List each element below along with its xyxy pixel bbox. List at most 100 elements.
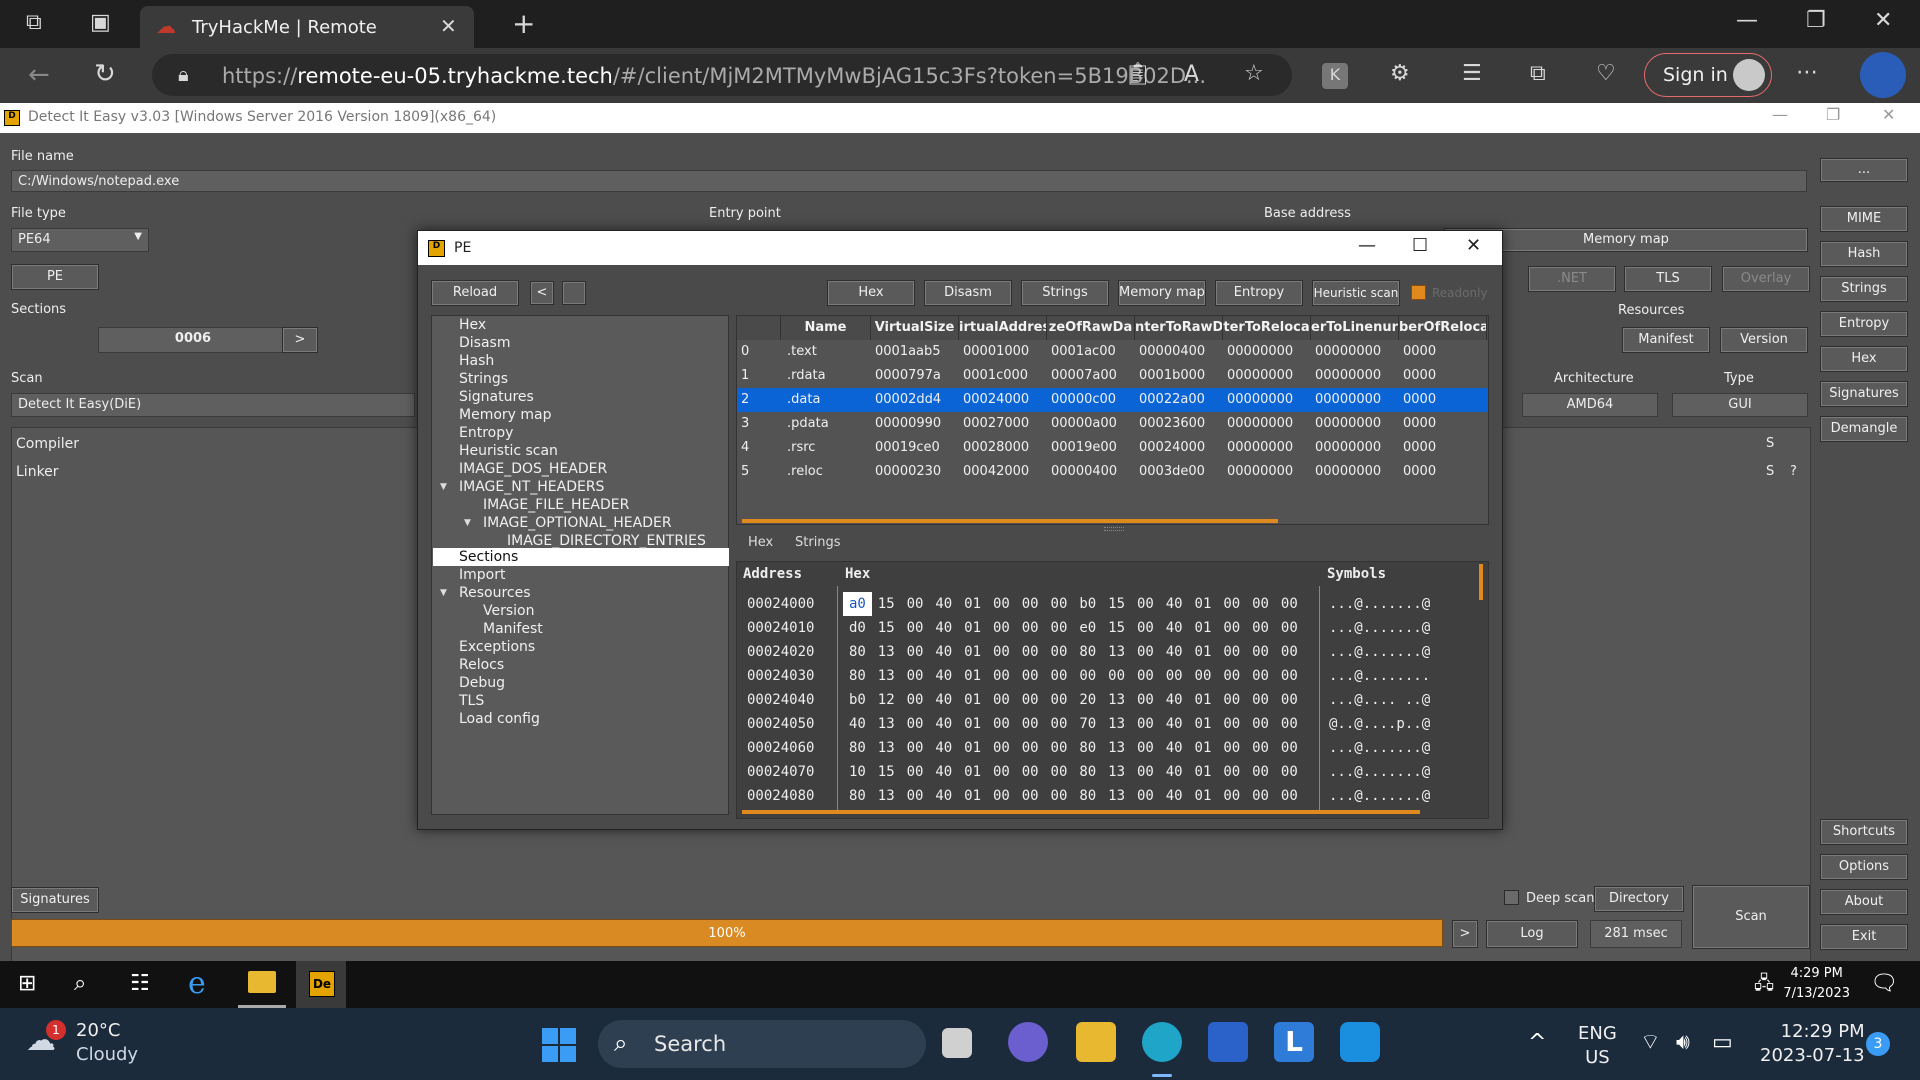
- table-column-header[interactable]: irtualAddres: [959, 316, 1047, 340]
- hex-byte[interactable]: 00: [1102, 664, 1131, 688]
- tree-item-image-directory-entries[interactable]: IMAGE_DIRECTORY_ENTRIES: [507, 532, 706, 550]
- hex-byte[interactable]: 00: [1016, 760, 1045, 784]
- linker-signature-s[interactable]: S: [1766, 464, 1774, 479]
- taskbar-search-box[interactable]: ⌕ Search: [598, 1020, 926, 1068]
- sign-in-button[interactable]: Sign in: [1644, 53, 1772, 97]
- hex-byte[interactable]: 01: [1189, 640, 1218, 664]
- hex-byte[interactable]: 00: [1246, 688, 1275, 712]
- table-column-header[interactable]: Name: [781, 316, 871, 340]
- hex-byte[interactable]: 00: [901, 592, 930, 616]
- scan-engine-select[interactable]: Detect It Easy(DiE): [11, 393, 415, 417]
- hex-bytes-line[interactable]: 80 13 00 40 01 00 00 00 80 13 00 40 01 00 00 00: [843, 736, 1304, 760]
- notifications-icon[interactable]: 🗨︎: [1870, 973, 1898, 995]
- table-column-header[interactable]: zeOfRawDa: [1047, 316, 1135, 340]
- hex-bytes-line[interactable]: a0 15 00 40 01 00 00 00 b0 15 00 40 01 00 00 00: [843, 592, 1304, 616]
- hex-byte[interactable]: 00: [1246, 760, 1275, 784]
- hex-byte[interactable]: 13: [1102, 688, 1131, 712]
- hex-byte[interactable]: 01: [1189, 712, 1218, 736]
- close-browser-icon[interactable]: ✕: [1874, 10, 1892, 32]
- net-button[interactable]: .NET: [1528, 266, 1616, 292]
- hex-byte[interactable]: 40: [929, 640, 958, 664]
- hex-byte[interactable]: 00: [1045, 616, 1074, 640]
- windows-start-icon[interactable]: [542, 1028, 576, 1062]
- minimize-browser-icon[interactable]: —: [1736, 10, 1758, 32]
- hex-byte[interactable]: 70: [1073, 712, 1102, 736]
- progress-next-button[interactable]: >: [1452, 920, 1478, 948]
- hex-byte[interactable]: 40: [1160, 592, 1189, 616]
- hex-byte[interactable]: 40: [1160, 784, 1189, 808]
- hex-byte[interactable]: 00: [1016, 592, 1045, 616]
- hex-byte[interactable]: 01: [958, 688, 987, 712]
- hex-byte[interactable]: 00: [1189, 664, 1218, 688]
- tree-item-image-file-header[interactable]: IMAGE_FILE_HEADER: [483, 496, 629, 514]
- hex-byte[interactable]: 40: [929, 736, 958, 760]
- extensions-puzzle-icon[interactable]: ⚙: [1390, 63, 1410, 85]
- hex-byte[interactable]: 00: [1246, 736, 1275, 760]
- tree-item-hex[interactable]: Hex: [459, 316, 486, 334]
- performance-icon[interactable]: ♡: [1596, 63, 1616, 85]
- tree-item-debug[interactable]: Debug: [459, 674, 505, 692]
- hex-byte[interactable]: 00: [1016, 712, 1045, 736]
- file-type-select[interactable]: PE64 ▼: [11, 228, 149, 252]
- hex-byte[interactable]: 00: [1131, 664, 1160, 688]
- readonly-checkbox[interactable]: [1411, 285, 1426, 300]
- hex-byte[interactable]: 00: [1217, 784, 1246, 808]
- hex-byte[interactable]: 00: [1246, 712, 1275, 736]
- die-restore-icon[interactable]: ❐: [1826, 107, 1840, 123]
- hex-byte[interactable]: 00: [1275, 616, 1304, 640]
- hex-byte[interactable]: 00: [1217, 760, 1246, 784]
- tree-item-manifest[interactable]: Manifest: [483, 620, 543, 638]
- sections-next-button[interactable]: >: [282, 327, 318, 353]
- l-app-icon[interactable]: L: [1274, 1022, 1314, 1062]
- tree-collapse-icon[interactable]: ▼: [464, 518, 471, 528]
- splitter-handle[interactable]: [1104, 527, 1124, 531]
- collections-icon[interactable]: ⧉: [1530, 63, 1546, 85]
- tree-item-memory-map[interactable]: Memory map: [459, 406, 552, 424]
- hex-byte[interactable]: 00: [1246, 592, 1275, 616]
- hex-byte[interactable]: 00: [987, 664, 1016, 688]
- hex-byte[interactable]: 13: [1102, 760, 1131, 784]
- more-options-icon[interactable]: ⋯: [1796, 62, 1818, 84]
- hex-vertical-scrollbar[interactable]: [1479, 564, 1483, 600]
- pe-entropy-button[interactable]: Entropy: [1215, 280, 1303, 306]
- hex-byte[interactable]: 00: [1275, 712, 1304, 736]
- task-view-icon[interactable]: ☷: [130, 973, 150, 995]
- hex-byte[interactable]: 00: [1016, 616, 1045, 640]
- signatures-side-button[interactable]: Signatures: [1820, 381, 1908, 407]
- hex-byte[interactable]: 01: [1189, 760, 1218, 784]
- hex-byte[interactable]: 01: [1189, 592, 1218, 616]
- tree-item-resources[interactable]: Resources: [459, 584, 531, 602]
- hex-bytes-line[interactable]: 80 13 00 40 01 00 00 00 80 13 00 40 01 00 00 00: [843, 784, 1304, 808]
- hex-byte[interactable]: 00: [901, 664, 930, 688]
- pe-forward-button[interactable]: [562, 281, 586, 305]
- hex-byte[interactable]: 00: [1275, 688, 1304, 712]
- edge-browser-icon[interactable]: [1142, 1022, 1182, 1062]
- favorites-icon[interactable]: ☰: [1462, 63, 1482, 85]
- mime-button[interactable]: MIME: [1820, 206, 1908, 232]
- pe-maximize-icon[interactable]: ☐: [1412, 235, 1428, 256]
- browser-tab-tryhackme[interactable]: ☁ TryHackMe | Remote ✕: [140, 6, 474, 48]
- hex-byte[interactable]: 00: [1275, 784, 1304, 808]
- hex-byte[interactable]: 00: [901, 712, 930, 736]
- hex-bytes-line[interactable]: 40 13 00 40 01 00 00 00 70 13 00 40 01 00 00 00: [843, 712, 1304, 736]
- options-button[interactable]: Options: [1820, 854, 1908, 880]
- pe-button[interactable]: PE: [11, 264, 99, 290]
- hex-byte[interactable]: 13: [872, 664, 901, 688]
- hex-byte[interactable]: 40: [929, 784, 958, 808]
- tree-item-tls[interactable]: TLS: [459, 692, 484, 710]
- hex-byte[interactable]: 00: [1131, 760, 1160, 784]
- hash-button[interactable]: Hash: [1820, 241, 1908, 267]
- hex-byte[interactable]: 00: [1131, 784, 1160, 808]
- hex-byte[interactable]: 00: [1131, 640, 1160, 664]
- tree-item-entropy[interactable]: Entropy: [459, 424, 513, 442]
- hex-byte[interactable]: 13: [1102, 784, 1131, 808]
- hex-byte[interactable]: 00: [1217, 688, 1246, 712]
- table-column-header[interactable]: terToReloca: [1223, 316, 1311, 340]
- hex-byte[interactable]: 00: [1016, 640, 1045, 664]
- hex-bytes-line[interactable]: b0 12 00 40 01 00 00 00 20 13 00 40 01 00 00 00: [843, 688, 1304, 712]
- hex-byte[interactable]: 01: [958, 712, 987, 736]
- tab-actions-icon[interactable]: ▣: [90, 12, 111, 34]
- hex-byte[interactable]: 00: [1045, 664, 1074, 688]
- tree-item-load-config[interactable]: Load config: [459, 710, 540, 728]
- pe-hex-button[interactable]: Hex: [827, 280, 915, 306]
